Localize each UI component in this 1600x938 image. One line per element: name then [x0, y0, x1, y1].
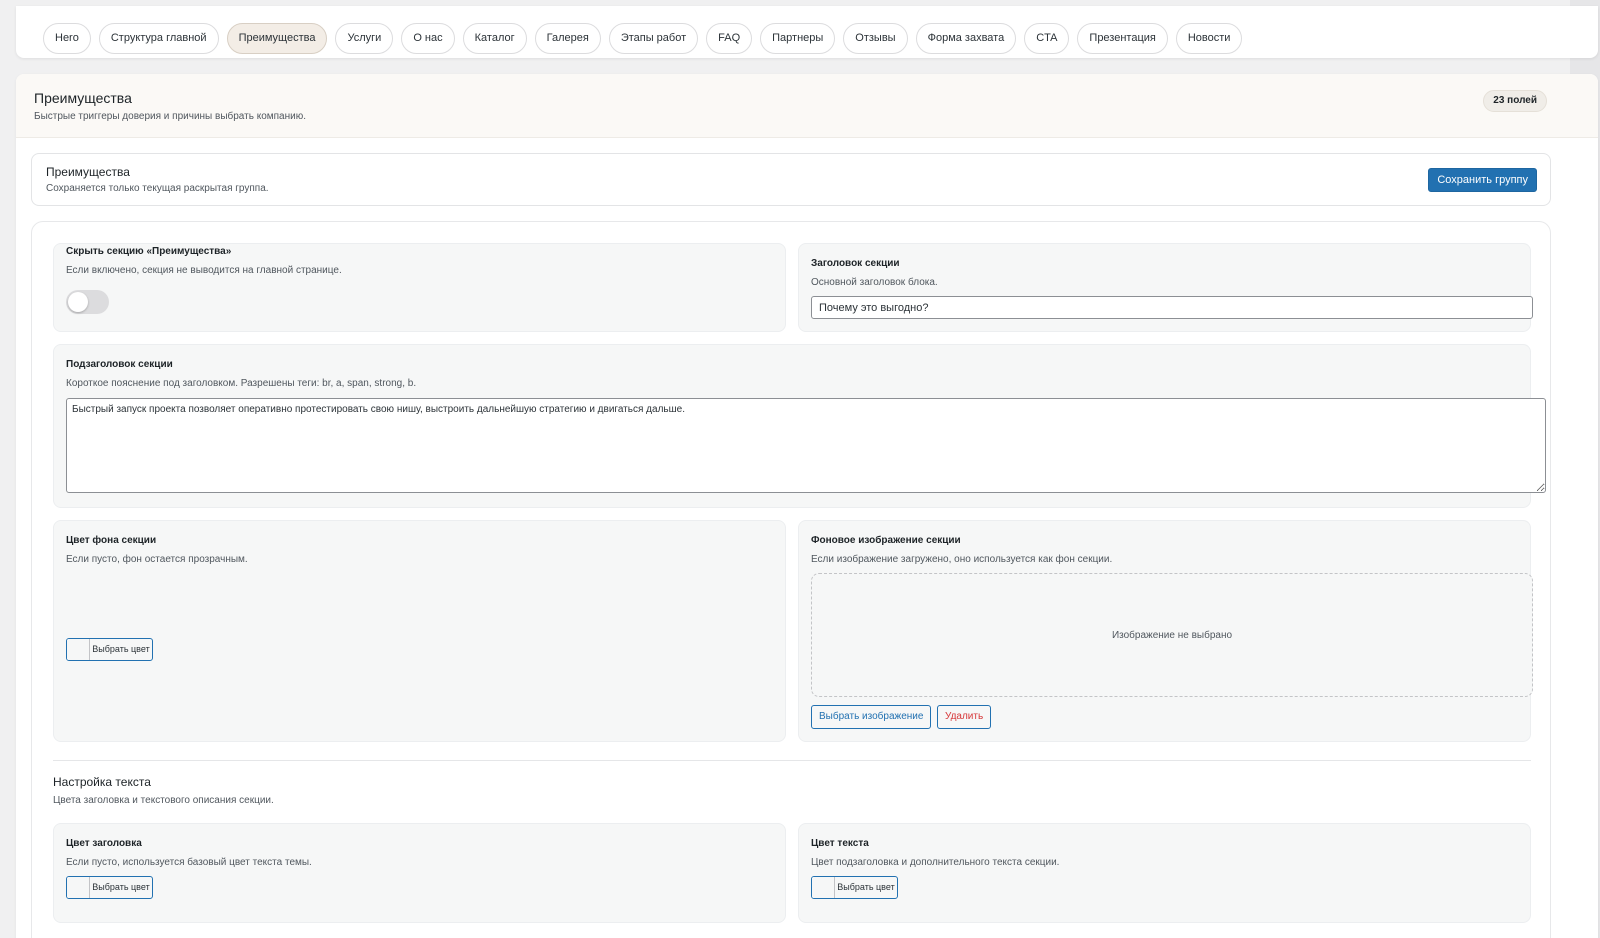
- tab-partners[interactable]: Партнеры: [760, 23, 836, 54]
- heading-color-field: Цвет заголовка Если пусто, используется …: [53, 823, 786, 923]
- panel-header: Преимущества Быстрые триггеры доверия и …: [16, 74, 1598, 138]
- section-tabs: Hero Структура главной Преимущества Услу…: [43, 23, 1243, 54]
- tab-gallery[interactable]: Галерея: [534, 23, 601, 54]
- tab-lead-form[interactable]: Форма захвата: [915, 23, 1017, 54]
- color-swatch: [812, 877, 835, 898]
- section-tabs-bar: Hero Структура главной Преимущества Услу…: [16, 6, 1598, 58]
- heading-color-label: Цвет заголовка: [66, 838, 142, 849]
- bg-color-field: Цвет фона секции Если пусто, фон остаетс…: [53, 520, 786, 742]
- page-subtitle: Быстрые триггеры доверия и причины выбра…: [34, 111, 307, 122]
- fields-count-badge: 23 полей: [1483, 90, 1547, 112]
- page-title: Преимущества: [34, 90, 132, 106]
- tab-catalog[interactable]: Каталог: [462, 23, 527, 54]
- tab-faq[interactable]: FAQ: [706, 23, 753, 54]
- delete-image-button[interactable]: Удалить: [937, 705, 992, 729]
- text-settings-subtitle: Цвета заголовка и текстового описания се…: [53, 795, 274, 806]
- tab-cta[interactable]: CTA: [1024, 23, 1070, 54]
- section-title-label: Заголовок секции: [811, 258, 900, 269]
- hide-section-toggle[interactable]: [66, 290, 109, 314]
- section-subtitle-field: Подзаголовок секции Короткое пояснение п…: [53, 344, 1546, 508]
- section-title-input[interactable]: [811, 296, 1533, 319]
- tab-hero[interactable]: Hero: [43, 23, 91, 54]
- section-subtitle-label: Подзаголовок секции: [66, 359, 173, 370]
- group-header: Преимущества Сохраняется только текущая …: [31, 153, 1551, 206]
- section-subtitle-textarea[interactable]: Быстрый запуск проекта позволяет операти…: [66, 398, 1546, 493]
- heading-color-picker-button[interactable]: Выбрать цвет: [66, 876, 153, 899]
- hide-section-label: Скрыть секцию «Преимущества»: [66, 246, 232, 257]
- color-picker-label: Выбрать цвет: [92, 644, 150, 654]
- text-color-desc: Цвет подзаголовка и дополнительного текс…: [811, 857, 1060, 868]
- tab-advantages[interactable]: Преимущества: [226, 23, 328, 54]
- save-group-button[interactable]: Сохранить группу: [1428, 168, 1537, 192]
- image-preview-area[interactable]: Изображение не выбрано: [811, 573, 1533, 697]
- fields-container: Скрыть секцию «Преимущества» Если включе…: [31, 221, 1551, 938]
- group-title: Преимущества: [46, 165, 130, 179]
- tab-structure[interactable]: Структура главной: [98, 23, 219, 54]
- group-subtitle: Сохраняется только текущая раскрытая гру…: [46, 183, 269, 194]
- bg-image-label: Фоновое изображение секции: [811, 535, 961, 546]
- text-settings-title: Настройка текста: [53, 775, 151, 789]
- tab-about[interactable]: О нас: [401, 23, 455, 54]
- tab-work-stages[interactable]: Этапы работ: [608, 23, 699, 54]
- no-image-text: Изображение не выбрано: [1111, 629, 1233, 641]
- bg-color-desc: Если пусто, фон остается прозрачным.: [66, 554, 248, 565]
- section-panel: Преимущества Быстрые триггеры доверия и …: [16, 74, 1598, 938]
- color-picker-label: Выбрать цвет: [92, 882, 150, 892]
- text-color-picker-button[interactable]: Выбрать цвет: [811, 876, 898, 899]
- section-title-field: Заголовок секции Основной заголовок блок…: [798, 243, 1533, 332]
- text-color-field: Цвет текста Цвет подзаголовка и дополнит…: [798, 823, 1531, 923]
- hide-section-field: Скрыть секцию «Преимущества» Если включе…: [53, 243, 786, 332]
- text-color-label: Цвет текста: [811, 838, 869, 849]
- hide-section-desc: Если включено, секция не выводится на гл…: [66, 265, 342, 276]
- tab-presentation[interactable]: Презентация: [1077, 23, 1168, 54]
- section-title-desc: Основной заголовок блока.: [811, 277, 938, 288]
- color-swatch: [67, 877, 90, 898]
- section-subtitle-desc: Короткое пояснение под заголовком. Разре…: [66, 378, 417, 389]
- bg-image-desc: Если изображение загружено, оно использу…: [811, 554, 1113, 565]
- tab-reviews[interactable]: Отзывы: [843, 23, 908, 54]
- color-swatch: [67, 639, 90, 660]
- bg-color-picker-button[interactable]: Выбрать цвет: [66, 638, 153, 661]
- bg-color-label: Цвет фона секции: [66, 535, 157, 546]
- heading-color-desc: Если пусто, используется базовый цвет те…: [66, 857, 312, 868]
- bg-image-field: Фоновое изображение секции Если изображе…: [798, 520, 1533, 742]
- color-picker-label: Выбрать цвет: [837, 882, 895, 892]
- tab-news[interactable]: Новости: [1175, 23, 1243, 54]
- tab-services[interactable]: Услуги: [335, 23, 394, 54]
- section-divider: [53, 760, 1531, 761]
- choose-image-button[interactable]: Выбрать изображение: [811, 705, 932, 729]
- toggle-knob: [68, 292, 88, 312]
